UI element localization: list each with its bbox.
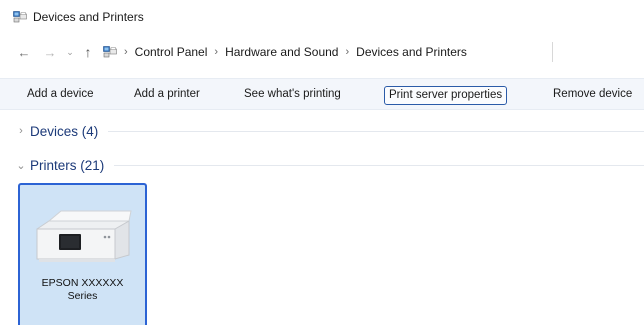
add-printer-button[interactable]: Add a printer (134, 86, 200, 105)
command-bar: Add a device Add a printer See what's pr… (0, 78, 644, 110)
title-bar: Devices and Printers (0, 0, 644, 34)
group-divider (108, 130, 644, 132)
devices-group-header[interactable]: › Devices (4) (0, 121, 644, 141)
forward-arrow-icon[interactable]: → (41, 42, 59, 62)
chevron-down-icon[interactable]: ⌄ (61, 42, 79, 62)
window-title: Devices and Printers (33, 10, 144, 24)
printers-group-label: Printers (21) (30, 157, 105, 173)
breadcrumb-separator[interactable]: › (345, 46, 349, 58)
see-whats-printing-button[interactable]: See what's printing (244, 86, 341, 105)
printer-icon (33, 199, 133, 276)
up-arrow-icon[interactable]: ↑ (79, 42, 97, 62)
devices-printers-icon (13, 11, 27, 23)
remove-device-button[interactable]: Remove device (553, 86, 632, 105)
breadcrumb-separator[interactable]: › (214, 46, 218, 58)
breadcrumb-control-panel[interactable]: Control Panel (135, 45, 208, 59)
printers-group-header[interactable]: ⌄ Printers (21) (0, 155, 644, 175)
address-divider (552, 42, 553, 62)
printer-name-line2: Series (67, 290, 98, 302)
breadcrumb-hardware-and-sound[interactable]: Hardware and Sound (225, 45, 338, 59)
print-server-properties-button[interactable]: Print server properties (384, 86, 508, 105)
breadcrumb-separator[interactable]: › (124, 46, 128, 58)
printer-tile[interactable]: EPSON XXXXXX Series (18, 183, 147, 325)
control-panel-icon (103, 46, 117, 58)
back-arrow-icon[interactable]: ← (15, 42, 33, 62)
chevron-down-icon[interactable]: ⌄ (12, 159, 30, 172)
add-device-button[interactable]: Add a device (27, 86, 94, 105)
breadcrumb-devices-and-printers[interactable]: Devices and Printers (356, 45, 467, 59)
address-bar: ← → ⌄ ↑ › Control Panel › Hardware and S… (0, 38, 644, 66)
chevron-right-icon[interactable]: › (12, 125, 30, 137)
printer-name-line1: EPSON XXXXXX (41, 277, 124, 289)
devices-group-label: Devices (4) (30, 123, 99, 139)
printer-name: EPSON XXXXXX Series (20, 277, 145, 303)
group-divider (114, 164, 644, 166)
